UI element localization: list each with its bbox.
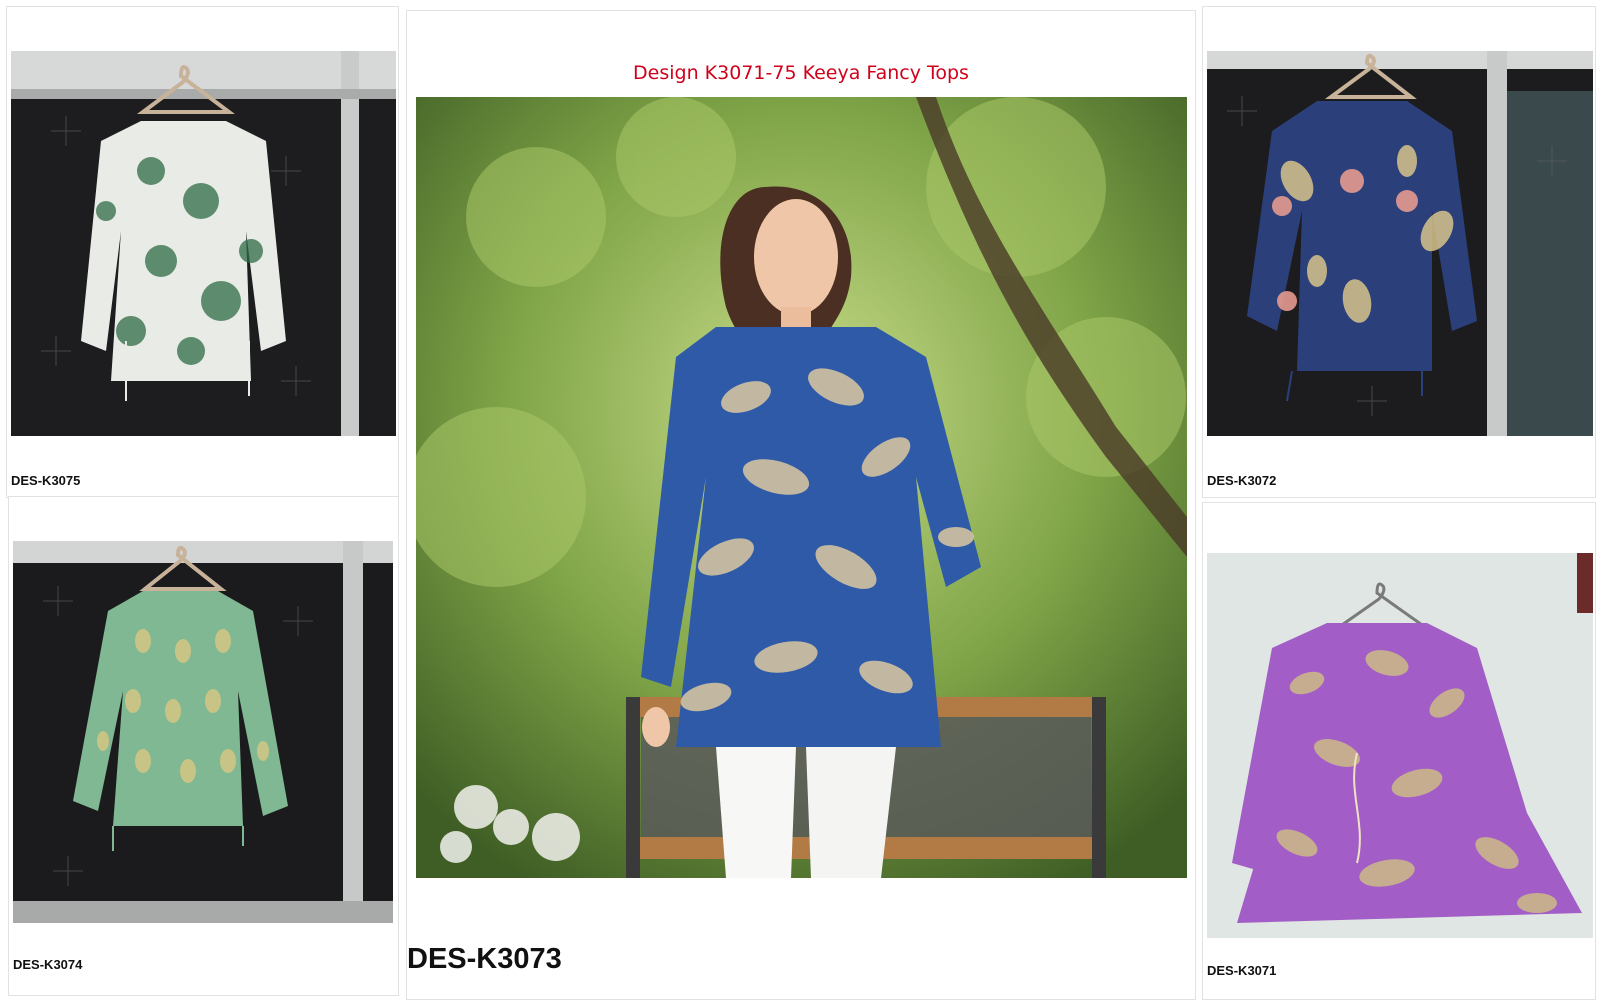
- product-photo-k3071[interactable]: [1207, 553, 1593, 938]
- model-face: [754, 199, 838, 315]
- hanger-photo-k3075: [11, 51, 396, 436]
- product-card-k3075[interactable]: DES-K3075: [6, 6, 399, 498]
- product-photo-k3072[interactable]: [1207, 51, 1593, 436]
- product-code-k3072: DES-K3072: [1207, 473, 1277, 488]
- product-card-k3071[interactable]: DES-K3071: [1202, 502, 1596, 1000]
- hanger-photo-k3072: [1207, 51, 1593, 436]
- flat-photo-k3071: [1207, 553, 1593, 938]
- hanger-photo-k3074: [13, 541, 393, 923]
- product-card-k3074[interactable]: DES-K3074: [8, 496, 399, 996]
- collection-title: Design K3071-75 Keeya Fancy Tops: [633, 62, 969, 84]
- product-photo-k3075[interactable]: [11, 51, 396, 436]
- product-code-k3074: DES-K3074: [13, 957, 83, 972]
- product-code-k3071: DES-K3071: [1207, 963, 1277, 978]
- product-photo-k3074[interactable]: [13, 541, 393, 923]
- model-trousers: [716, 747, 796, 878]
- product-code-k3075: DES-K3075: [11, 473, 81, 488]
- model-photo: [416, 97, 1187, 878]
- hero-photo-k3073[interactable]: [416, 97, 1187, 878]
- hero-card-k3073[interactable]: Design K3071-75 Keeya Fancy Tops DES-K30…: [406, 10, 1196, 1000]
- hero-product-code: DES-K3073: [407, 943, 562, 975]
- product-card-k3072[interactable]: DES-K3072: [1202, 6, 1596, 498]
